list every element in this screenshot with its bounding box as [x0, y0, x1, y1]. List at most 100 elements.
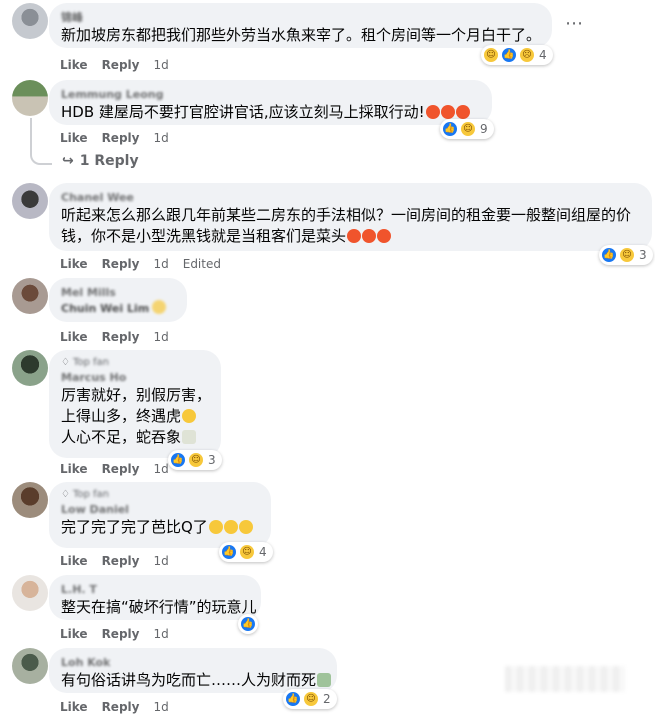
comment-text: 厉害就好，别假厉害，: [61, 386, 212, 404]
like-button[interactable]: Like: [60, 553, 88, 569]
comment-time[interactable]: 1d: [153, 461, 168, 477]
comment-author[interactable]: Lemmung Leong: [61, 87, 480, 102]
comment-text: 整天在搞“破坏行情”的玩意儿: [61, 598, 257, 616]
like-button[interactable]: Like: [60, 256, 88, 272]
comment-text: 有句俗话讲鸟为吃而亡……人为财而死: [61, 670, 332, 691]
comment-bubble: Loh Kok 有句俗话讲鸟为吃而亡……人为财而死: [49, 648, 337, 693]
like-button[interactable]: Like: [60, 626, 88, 642]
angry-emoji-icon: [455, 105, 470, 119]
tiger-emoji-icon: [182, 409, 197, 423]
sad-reaction-icon: ☹: [519, 47, 535, 63]
like-reaction-icon: 👍: [221, 544, 237, 560]
angry-emoji-icon: [425, 105, 440, 119]
laughing-emoji-icon: [208, 520, 223, 534]
comment-text: 听起来怎么那么跟几年前某些二房东的手法相似？一间房间的租金要一般整间组屋的价: [61, 206, 632, 224]
reaction-summary[interactable]: 👍: [238, 614, 258, 634]
like-button[interactable]: Like: [60, 130, 88, 146]
like-button[interactable]: Like: [60, 57, 88, 73]
avatar[interactable]: [12, 482, 48, 518]
reaction-summary[interactable]: 👍 ☺ 9: [440, 119, 494, 139]
avatar[interactable]: [12, 183, 48, 219]
comment-actions: Like Reply 1d: [60, 699, 169, 715]
comment-author[interactable]: Chanel Wee: [61, 190, 640, 205]
angry-emoji-icon: [440, 105, 455, 119]
reply-button[interactable]: Reply: [102, 461, 140, 477]
comment-actions: Like Reply 1d: [60, 461, 169, 477]
reaction-summary[interactable]: 👍 ☺ 2: [283, 689, 337, 709]
reaction-summary[interactable]: 👍 ☺ 4: [219, 542, 273, 562]
reaction-summary[interactable]: 👍 ☺ 3: [168, 450, 222, 470]
haha-reaction-icon: ☺: [483, 47, 499, 63]
top-fan-icon: ♢: [61, 489, 70, 500]
comment-bubble: L.H. T 整天在搞“破坏行情”的玩意儿: [49, 575, 261, 620]
comment-time[interactable]: 1d: [153, 553, 168, 569]
reply-button[interactable]: Reply: [102, 256, 140, 272]
comment-text: 钱，你不是小型洗黑钱就是当租客们是菜头: [61, 226, 640, 247]
haha-reaction-icon: ☺: [239, 544, 255, 560]
haha-reaction-icon: ☺: [303, 691, 319, 707]
reply-button[interactable]: Reply: [102, 553, 140, 569]
mentioned-user[interactable]: Chuin Wei Lim: [61, 300, 175, 316]
avatar[interactable]: [12, 648, 48, 684]
avatar[interactable]: [12, 278, 48, 314]
like-reaction-icon: 👍: [442, 121, 458, 137]
comment-author[interactable]: Marcus Ho: [61, 370, 209, 385]
comment-time[interactable]: 1d: [153, 699, 168, 715]
avatar[interactable]: [12, 350, 48, 386]
comment-author[interactable]: L.H. T: [61, 582, 249, 597]
haha-reaction-icon: ☺: [460, 121, 476, 137]
laughing-emoji-icon: [152, 300, 167, 314]
comment-actions: Like Reply 1d: [60, 553, 169, 569]
comment-text: 人心不足，蛇吞象: [61, 427, 209, 448]
angry-emoji-icon: [377, 229, 392, 243]
comment-time[interactable]: 1d: [153, 256, 168, 272]
comment-author[interactable]: Loh Kok: [61, 655, 325, 670]
comment-time[interactable]: 1d: [153, 626, 168, 642]
like-button[interactable]: Like: [60, 699, 88, 715]
comment-time[interactable]: 1d: [153, 57, 168, 73]
angry-emoji-icon: [362, 229, 377, 243]
comment-actions: Like Reply 1d: [60, 57, 169, 73]
avatar[interactable]: [12, 575, 48, 611]
comment-time[interactable]: 1d: [153, 130, 168, 146]
person-emoji-icon: [317, 673, 332, 687]
reply-button[interactable]: Reply: [102, 626, 140, 642]
top-fan-icon: ♢: [61, 357, 70, 368]
reply-button[interactable]: Reply: [102, 699, 140, 715]
reply-button[interactable]: Reply: [102, 57, 140, 73]
comment-author[interactable]: Mel Mills: [61, 285, 175, 300]
comment-text: 上得山多，终遇虎: [61, 406, 209, 427]
avatar[interactable]: [12, 80, 48, 116]
comment-author[interactable]: 锦峰: [61, 10, 540, 25]
comment-bubble: Chanel Wee 听起来怎么那么跟几年前某些二房东的手法相似？一间房间的租金…: [49, 183, 652, 251]
haha-reaction-icon: ☺: [619, 247, 635, 263]
reply-button[interactable]: Reply: [102, 329, 140, 345]
comment-text: HDB 建屋局不要打官腔讲官话,应该立刻马上採取行动!: [61, 102, 480, 123]
thread-connector: [30, 118, 52, 165]
like-reaction-icon: 👍: [601, 247, 617, 263]
comment-time[interactable]: 1d: [153, 329, 168, 345]
elephant-emoji-icon: [182, 430, 197, 444]
reaction-count: 9: [480, 122, 488, 136]
comment-actions: Like Reply 1d: [60, 626, 169, 642]
edited-label: Edited: [182, 257, 221, 271]
reaction-count: 3: [208, 453, 216, 467]
comment-author[interactable]: Low Daniel: [61, 502, 259, 517]
reply-arrow-icon: ↪: [62, 153, 74, 169]
laughing-emoji-icon: [238, 520, 253, 534]
view-replies-link[interactable]: ↪ 1 Reply: [62, 153, 139, 169]
reaction-count: 4: [539, 48, 547, 62]
like-button[interactable]: Like: [60, 461, 88, 477]
avatar[interactable]: [12, 3, 48, 39]
comment-bubble: Lemmung Leong HDB 建屋局不要打官腔讲官话,应该立刻马上採取行动…: [49, 80, 492, 125]
reaction-summary[interactable]: ☺ 👍 ☹ 4: [481, 45, 553, 65]
reply-button[interactable]: Reply: [102, 130, 140, 146]
reaction-summary[interactable]: 👍 ☺ 3: [599, 245, 653, 265]
top-fan-badge: ♢ Top fan: [61, 357, 110, 368]
like-button[interactable]: Like: [60, 329, 88, 345]
comment-actions: Like Reply 1d: [60, 329, 169, 345]
more-options-icon[interactable]: ⋯: [565, 15, 584, 33]
comment-text: 新加坡房东都把我们那些外劳当水魚来宰了。租个房间等一个月白干了。: [61, 26, 542, 44]
reaction-count: 2: [323, 692, 331, 706]
comment-bubble: 锦峰 新加坡房东都把我们那些外劳当水魚来宰了。租个房间等一个月白干了。: [49, 3, 552, 48]
